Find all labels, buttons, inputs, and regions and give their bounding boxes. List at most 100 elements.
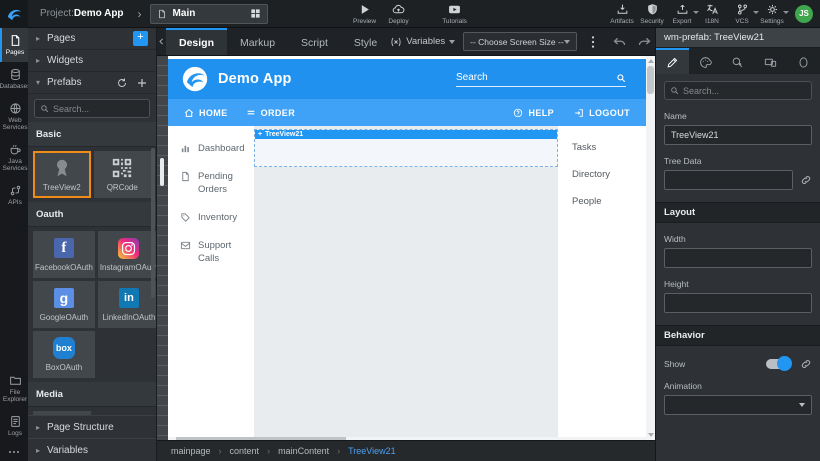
page-icon xyxy=(9,34,22,47)
hscroll-thumb[interactable] xyxy=(176,437,346,440)
security-button[interactable]: Security xyxy=(637,3,667,25)
width-input[interactable] xyxy=(664,248,812,268)
prefab-tile-qrcode[interactable]: QRCode xyxy=(94,151,152,198)
prefab-tile-googleoauth[interactable]: g GoogleOAuth xyxy=(33,281,95,328)
nav-order[interactable]: ORDER xyxy=(246,108,296,118)
tree-data-input[interactable] xyxy=(664,170,793,190)
prefab-search-box[interactable] xyxy=(34,99,150,118)
width-label: Width xyxy=(664,234,812,244)
i18n-button[interactable]: I18N xyxy=(697,3,727,25)
tab-properties[interactable] xyxy=(656,48,689,74)
section-page-structure[interactable]: ▸ Page Structure xyxy=(28,415,156,438)
prefab-tile-facebookoauth[interactable]: f FacebookOAuth xyxy=(33,231,95,278)
play-icon xyxy=(358,3,371,16)
breadcrumb-mainpage[interactable]: mainpage xyxy=(171,446,211,456)
rail-item-logs[interactable]: Logs xyxy=(0,409,28,443)
screen-size-select[interactable]: -- Choose Screen Size -- xyxy=(463,32,577,51)
prefab-tile-boxoauth[interactable]: box BoxOAuth xyxy=(33,331,95,378)
section-widgets[interactable]: ▸ Widgets xyxy=(28,50,156,72)
canvas-vertical-scrollbar[interactable] xyxy=(646,56,655,440)
variables-dropdown[interactable]: Variables xyxy=(390,36,455,48)
sidebar-item-inventory[interactable]: Inventory xyxy=(180,211,254,224)
rail-item-file-explorer[interactable]: File Explorer xyxy=(0,368,28,409)
prefab-tile-instagramoauth[interactable]: InstagramOAuth xyxy=(98,231,156,278)
canvas-app-header[interactable]: Demo App Search xyxy=(168,59,646,99)
property-search-input[interactable] xyxy=(683,86,806,96)
user-avatar[interactable]: JS xyxy=(795,5,813,23)
list-item-tasks[interactable]: Tasks xyxy=(572,142,646,153)
export-button[interactable]: Export xyxy=(667,3,697,25)
name-input[interactable] xyxy=(664,125,812,145)
tab-styles[interactable] xyxy=(689,48,722,74)
tab-markup[interactable]: Markup xyxy=(227,28,288,55)
tab-search-styles[interactable] xyxy=(722,48,755,74)
rail-item-web-services[interactable]: Web Services xyxy=(0,96,28,137)
add-page-button[interactable]: + xyxy=(133,31,148,46)
vscroll-thumb[interactable] xyxy=(647,66,654,94)
add-prefab-icon[interactable] xyxy=(136,77,148,89)
ruler-scrollbar-thumb[interactable] xyxy=(160,158,164,186)
list-item-people[interactable]: People xyxy=(572,196,646,207)
nav-help[interactable]: HELP xyxy=(513,108,554,118)
search-icon xyxy=(616,73,626,83)
show-toggle[interactable] xyxy=(766,359,790,369)
app-search-field[interactable]: Search xyxy=(456,72,626,87)
more-options-button[interactable] xyxy=(0,443,28,461)
tab-design[interactable]: Design xyxy=(166,28,227,55)
artifacts-button[interactable]: Artifacts xyxy=(607,3,637,25)
breadcrumb-maincontent[interactable]: mainContent xyxy=(278,446,329,456)
wavemaker-studio: Project:Demo App › Main Preview Deploy T… xyxy=(0,0,820,461)
tab-security[interactable] xyxy=(787,48,820,74)
search-icon xyxy=(670,86,679,95)
breadcrumb-content[interactable]: content xyxy=(230,446,260,456)
qrcode-icon xyxy=(111,157,133,179)
prefab-tile-linkedinoauth[interactable]: in LinkedInOAuth xyxy=(98,281,156,328)
canvas-app-nav: HOME ORDER HELP LOGOUT xyxy=(168,99,646,126)
list-item-directory[interactable]: Directory xyxy=(572,169,646,180)
scroll-up-icon[interactable] xyxy=(646,56,655,66)
rail-item-pages[interactable]: Pages xyxy=(0,28,28,62)
deploy-button[interactable]: Deploy xyxy=(384,3,414,25)
canvas-horizontal-scrollbar[interactable] xyxy=(168,437,646,440)
palette-scrollbar[interactable] xyxy=(151,148,155,298)
tab-script[interactable]: Script xyxy=(288,28,341,55)
prefab-search-input[interactable] xyxy=(53,104,144,114)
rail-item-databases[interactable]: Databases xyxy=(0,62,28,96)
magnifier-x-icon xyxy=(731,56,744,69)
section-prefabs[interactable]: ▾ Prefabs xyxy=(28,72,156,94)
animation-select[interactable] xyxy=(664,395,812,415)
studio-logo[interactable] xyxy=(0,0,28,28)
nav-logout[interactable]: LOGOUT xyxy=(574,108,630,118)
redo-icon[interactable] xyxy=(637,34,652,49)
page-selector[interactable]: Main xyxy=(150,4,268,24)
envelope-icon xyxy=(180,240,191,251)
bind-link-icon[interactable] xyxy=(800,174,812,186)
sidebar-item-pending-orders[interactable]: Pending Orders xyxy=(180,170,254,196)
sidebar-item-support-calls[interactable]: Support Calls xyxy=(180,239,254,265)
rail-item-java-services[interactable]: Java Services xyxy=(0,137,28,178)
selected-widget-treeview21[interactable]: + TreeView21 xyxy=(254,129,558,167)
preview-button[interactable]: Preview xyxy=(350,3,380,25)
bind-link-icon[interactable] xyxy=(800,358,812,370)
prefab-tile-treeview2[interactable]: TreeView2 xyxy=(33,151,91,198)
scroll-down-icon[interactable] xyxy=(646,430,655,440)
collapse-left-icon[interactable] xyxy=(157,28,166,55)
more-menu-icon[interactable] xyxy=(585,34,601,50)
canvas-ruler xyxy=(157,56,168,440)
nav-home[interactable]: HOME xyxy=(184,108,228,118)
palette-panel: ▸ Pages + ▸ Widgets ▾ Prefabs Basic xyxy=(28,28,157,461)
refresh-icon[interactable] xyxy=(116,77,128,89)
settings-button[interactable]: Settings xyxy=(757,3,787,25)
tab-style[interactable]: Style xyxy=(341,28,390,55)
height-input[interactable] xyxy=(664,293,812,313)
sidebar-item-dashboard[interactable]: Dashboard xyxy=(180,142,254,155)
property-search-box[interactable] xyxy=(664,81,812,100)
breadcrumb-treeview21[interactable]: TreeView21 xyxy=(348,446,396,456)
rail-item-apis[interactable]: APIs xyxy=(0,178,28,212)
tutorials-button[interactable]: Tutorials xyxy=(440,3,470,25)
vcs-button[interactable]: VCS xyxy=(727,3,757,25)
section-pages[interactable]: ▸ Pages + xyxy=(28,28,156,50)
tab-devices[interactable] xyxy=(754,48,787,74)
section-variables[interactable]: ▸ Variables xyxy=(28,438,156,461)
undo-icon[interactable] xyxy=(612,34,627,49)
